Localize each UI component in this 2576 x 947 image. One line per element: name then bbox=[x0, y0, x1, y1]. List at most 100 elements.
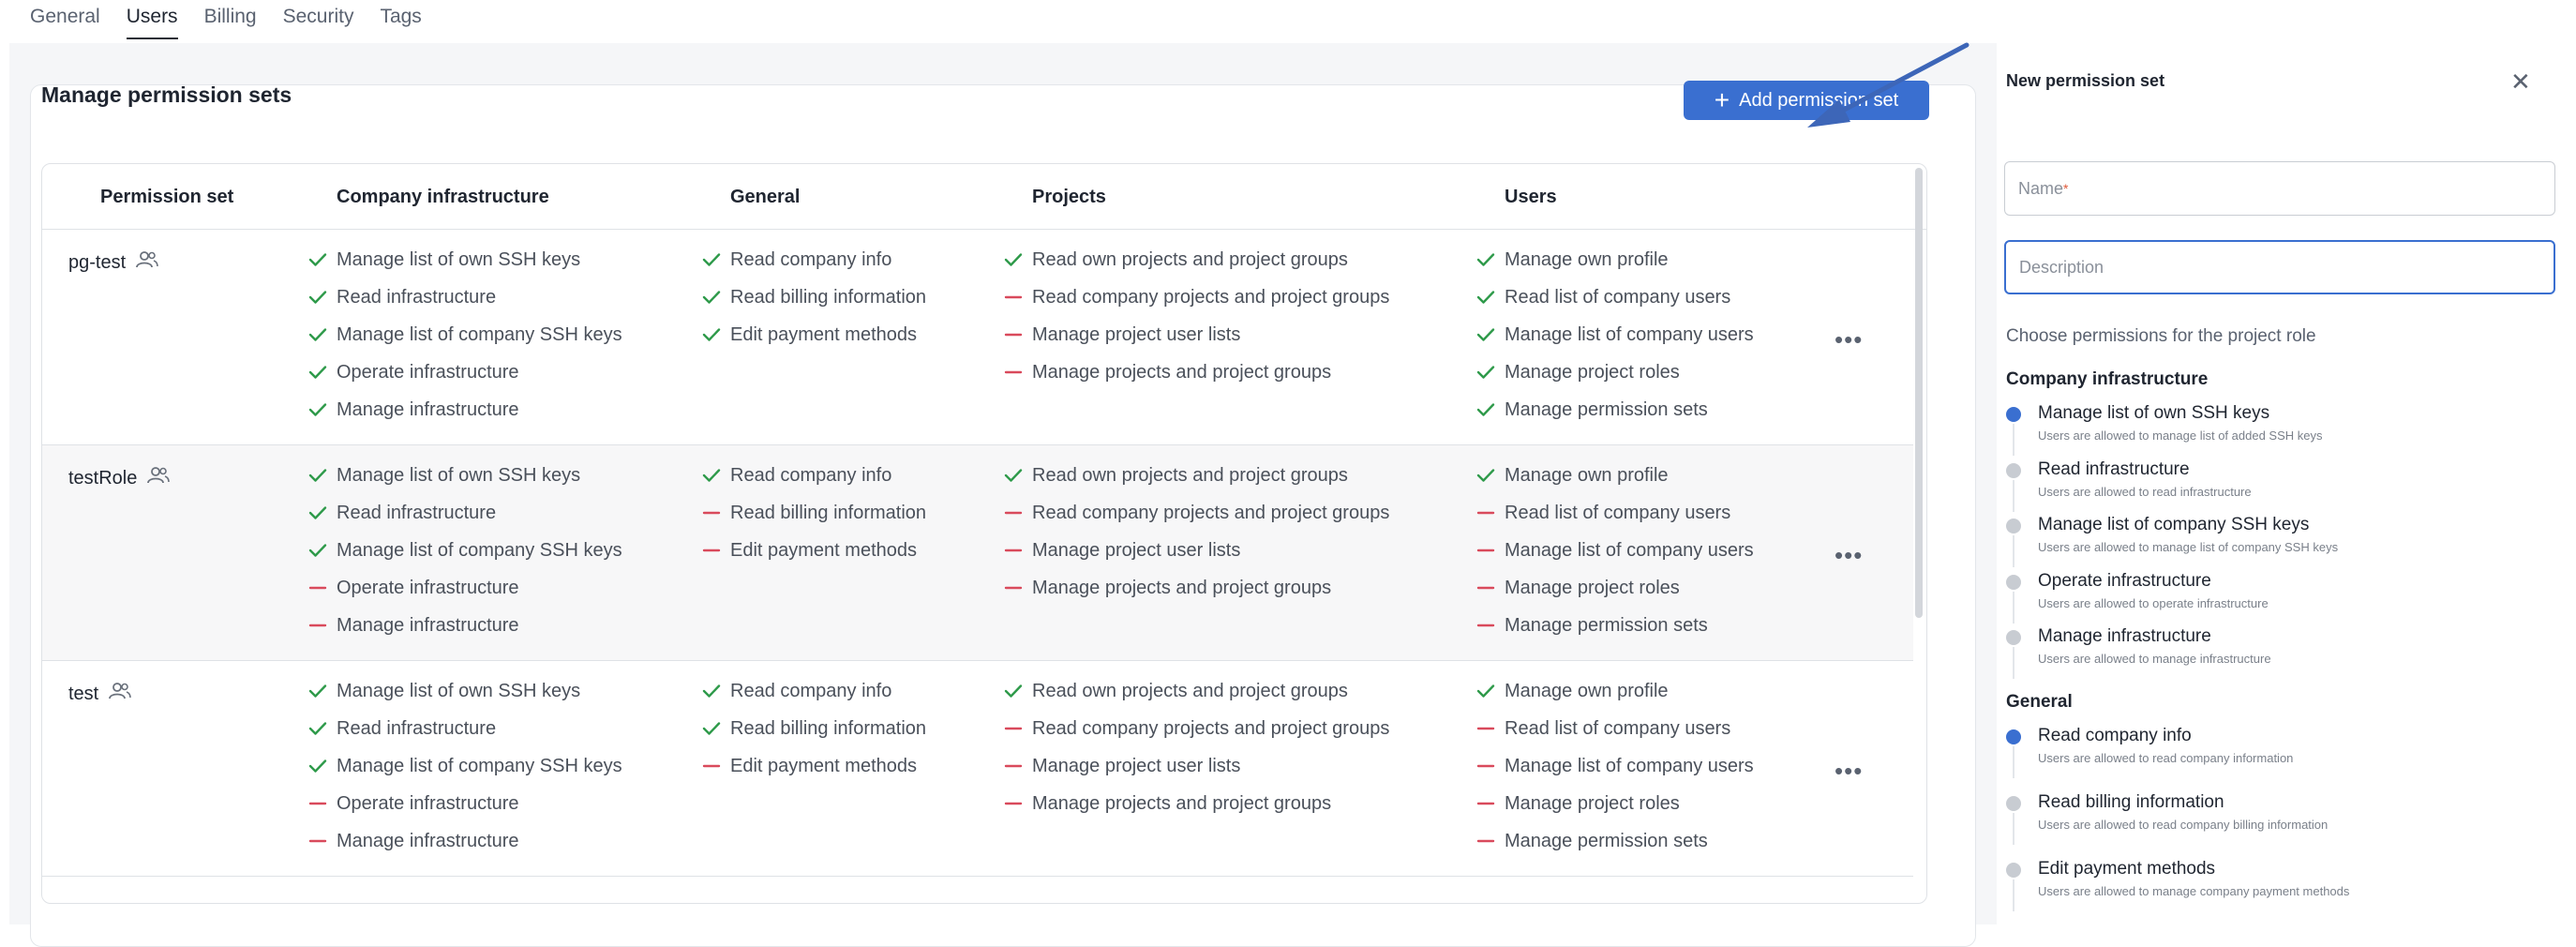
dash-icon bbox=[308, 796, 337, 811]
add-permission-set-button[interactable]: + Add permission set bbox=[1684, 81, 1929, 120]
permission-item: Manage project user lists bbox=[1004, 747, 1389, 785]
permission-item: Read company projects and project groups bbox=[1004, 494, 1389, 532]
check-icon bbox=[308, 252, 337, 267]
permission-item: Manage infrastructure bbox=[308, 391, 622, 428]
permission-label: Manage projects and project groups bbox=[1032, 792, 1332, 814]
permission-item: Edit payment methods bbox=[702, 532, 926, 569]
permission-item: Manage list of company SSH keys bbox=[308, 747, 622, 785]
tab-billing[interactable]: Billing bbox=[204, 6, 257, 39]
check-icon bbox=[308, 505, 337, 520]
more-icon[interactable]: ••• bbox=[1835, 757, 1863, 786]
permission-label: Read infrastructure bbox=[337, 286, 497, 308]
radio-unselected-icon[interactable] bbox=[2006, 630, 2021, 645]
permission-item: Operate infrastructure bbox=[308, 785, 622, 822]
dash-icon bbox=[702, 543, 730, 558]
permission-label: Manage permission sets bbox=[1505, 830, 1708, 851]
radio-selected-icon[interactable] bbox=[2006, 407, 2021, 422]
table-scrollbar[interactable] bbox=[1915, 168, 1923, 618]
dash-icon bbox=[1004, 721, 1032, 736]
dash-icon bbox=[1476, 580, 1505, 595]
permission-label: Manage own profile bbox=[1505, 248, 1669, 270]
permission-set-name: pg-test bbox=[68, 250, 159, 275]
tab-tags[interactable]: Tags bbox=[380, 6, 421, 39]
permission-label: Manage infrastructure bbox=[337, 830, 519, 851]
dash-icon bbox=[1004, 543, 1032, 558]
permission-label: Manage project roles bbox=[1505, 577, 1680, 598]
check-icon bbox=[308, 721, 337, 736]
radio-unselected-icon[interactable] bbox=[2006, 862, 2021, 878]
permission-item: Read company info bbox=[702, 241, 926, 278]
permission-item: Manage project user lists bbox=[1004, 532, 1389, 569]
check-icon bbox=[702, 252, 730, 267]
permission-set-name-text: pg-test bbox=[68, 251, 127, 273]
permission-item: Read billing information bbox=[702, 278, 926, 316]
permission-section-title: Company infrastructure bbox=[2006, 369, 2209, 389]
table-row[interactable]: pg-test Manage list of own SSH keys Read i… bbox=[42, 230, 1913, 445]
permission-item: Edit payment methods bbox=[702, 316, 926, 353]
dash-icon bbox=[1476, 505, 1505, 520]
permission-label: Read infrastructure bbox=[337, 502, 497, 523]
radio-unselected-icon[interactable] bbox=[2006, 795, 2021, 811]
permission-item: Manage projects and project groups bbox=[1004, 353, 1389, 391]
permission-label: Manage own profile bbox=[1505, 464, 1669, 486]
check-icon bbox=[308, 468, 337, 483]
permission-item: Read company projects and project groups bbox=[1004, 710, 1389, 747]
radio-unselected-icon[interactable] bbox=[2006, 574, 2021, 590]
tab-users[interactable]: Users bbox=[126, 6, 178, 39]
permission-item: Manage infrastructure bbox=[308, 822, 622, 860]
permission-option-label: Read billing information bbox=[2038, 791, 2224, 812]
permission-option-description: Users are allowed to read company billin… bbox=[2038, 817, 2329, 832]
permission-option-description: Users are allowed to read infrastructure bbox=[2038, 484, 2252, 499]
dash-icon bbox=[308, 580, 337, 595]
permission-option-description: Users are allowed to manage list of comp… bbox=[2038, 540, 2339, 554]
tab-general[interactable]: General bbox=[30, 6, 100, 39]
description-field[interactable]: Description bbox=[2004, 240, 2555, 294]
radio-selected-icon[interactable] bbox=[2006, 729, 2021, 744]
users-icon bbox=[146, 466, 171, 490]
more-icon[interactable]: ••• bbox=[1835, 325, 1863, 354]
users-permissions: Manage own profile Read list of company u… bbox=[1476, 672, 1754, 860]
permission-item: Manage project user lists bbox=[1004, 316, 1389, 353]
tab-security[interactable]: Security bbox=[283, 6, 354, 39]
permission-item: Manage own profile bbox=[1476, 672, 1754, 710]
description-placeholder: Description bbox=[2019, 257, 2104, 277]
permission-label: Manage infrastructure bbox=[337, 398, 519, 420]
permission-label: Manage list of company SSH keys bbox=[337, 323, 622, 345]
radio-unselected-icon[interactable] bbox=[2006, 519, 2021, 534]
table-row[interactable]: test Manage list of own SSH keys Read infr… bbox=[42, 661, 1913, 877]
name-field[interactable]: Name * bbox=[2004, 161, 2555, 216]
permission-label: Read list of company users bbox=[1505, 502, 1731, 523]
permission-item: Manage projects and project groups bbox=[1004, 569, 1389, 607]
permission-set-name-text: test bbox=[68, 683, 99, 704]
permission-item: Read infrastructure bbox=[308, 710, 622, 747]
permission-label: Read company info bbox=[730, 464, 892, 486]
permission-item: Manage permission sets bbox=[1476, 822, 1754, 860]
check-icon bbox=[1476, 252, 1505, 267]
check-icon bbox=[308, 290, 337, 305]
more-icon[interactable]: ••• bbox=[1835, 541, 1863, 570]
permission-label: Read billing information bbox=[730, 286, 927, 308]
permission-item: Manage own profile bbox=[1476, 241, 1754, 278]
permission-label: Manage list of own SSH keys bbox=[337, 248, 581, 270]
close-icon[interactable]: ✕ bbox=[2510, 68, 2531, 97]
permission-label: Operate infrastructure bbox=[337, 577, 519, 598]
permission-option-label: Edit payment methods bbox=[2038, 858, 2216, 879]
radio-unselected-icon[interactable] bbox=[2006, 462, 2021, 478]
permission-label: Edit payment methods bbox=[730, 755, 917, 776]
check-icon bbox=[308, 402, 337, 417]
permission-option-description: Users are allowed to manage company paym… bbox=[2038, 883, 2350, 898]
column-header-general: General bbox=[730, 187, 801, 207]
permission-item: Read own projects and project groups bbox=[1004, 457, 1389, 494]
plus-icon: + bbox=[1714, 85, 1730, 114]
table-row[interactable]: testRole Manage list of own SSH keys Read … bbox=[42, 445, 1913, 661]
permission-label: Manage list of company users bbox=[1505, 323, 1754, 345]
check-icon bbox=[308, 684, 337, 699]
users-icon bbox=[135, 250, 159, 275]
check-icon bbox=[702, 468, 730, 483]
check-icon bbox=[1476, 402, 1505, 417]
column-header-permission-set: Permission set bbox=[100, 187, 234, 207]
option-connector bbox=[2013, 812, 2014, 845]
option-connector bbox=[2013, 535, 2014, 567]
permission-item: Edit payment methods bbox=[702, 747, 926, 785]
permission-label: Manage project user lists bbox=[1032, 755, 1241, 776]
